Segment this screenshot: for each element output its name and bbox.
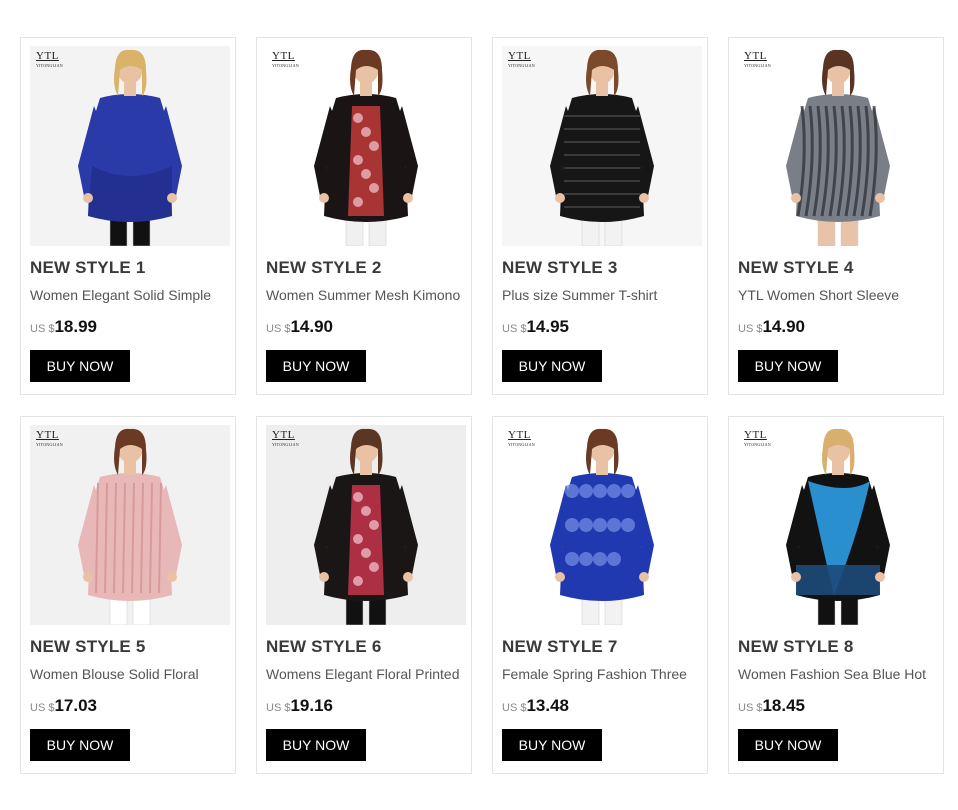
product-title[interactable]: NEW STYLE 2 xyxy=(266,258,382,278)
brand-logo: YTL YITONGLIAN xyxy=(508,50,535,69)
brand-logo-main: YTL xyxy=(508,50,531,62)
price-amount: 14.95 xyxy=(526,317,570,336)
product-description[interactable]: Women Summer Mesh Kimono xyxy=(266,287,468,303)
brand-logo: YTL YITONGLIAN xyxy=(272,429,299,448)
buy-now-button[interactable]: BUY NOW xyxy=(30,350,130,382)
brand-logo-sub: YITONGLIAN xyxy=(744,442,771,447)
price-amount: 13.48 xyxy=(526,696,570,715)
price-amount: 19.16 xyxy=(290,696,334,715)
product-card[interactable]: YTL YITONGLIAN NEW STYLE 2 Women Summer Mes… xyxy=(256,37,472,395)
product-title[interactable]: NEW STYLE 3 xyxy=(502,258,618,278)
product-photo-illustration xyxy=(502,425,702,625)
product-image[interactable]: YTL YITONGLIAN xyxy=(266,425,466,625)
brand-logo: YTL YITONGLIAN xyxy=(508,429,535,448)
product-card[interactable]: YTL YITONGLIAN NEW STYLE 5 Women Blouse Sol… xyxy=(20,416,236,774)
brand-logo: YTL YITONGLIAN xyxy=(36,429,63,448)
product-price: US $18.99 xyxy=(30,317,97,337)
product-image[interactable]: YTL YITONGLIAN xyxy=(738,46,938,246)
price-currency: US $ xyxy=(30,702,55,714)
product-title[interactable]: NEW STYLE 5 xyxy=(30,637,146,657)
price-amount: 17.03 xyxy=(54,696,98,715)
brand-logo-main: YTL xyxy=(36,429,59,441)
price-amount: 18.45 xyxy=(762,696,806,715)
buy-now-button[interactable]: BUY NOW xyxy=(738,350,838,382)
brand-logo: YTL YITONGLIAN xyxy=(744,429,771,448)
product-card[interactable]: YTL YITONGLIAN NEW STYLE 7 Female Spring Fa… xyxy=(492,416,708,774)
brand-logo-main: YTL xyxy=(744,429,767,441)
price-currency: US $ xyxy=(502,323,527,335)
buy-now-button[interactable]: BUY NOW xyxy=(738,729,838,761)
brand-logo: YTL YITONGLIAN xyxy=(744,50,771,69)
product-photo-illustration xyxy=(30,46,230,246)
product-title[interactable]: NEW STYLE 4 xyxy=(738,258,854,278)
product-description[interactable]: Womens Elegant Floral Printed xyxy=(266,666,468,682)
brand-logo-sub: YITONGLIAN xyxy=(36,63,63,68)
product-image[interactable]: YTL YITONGLIAN xyxy=(502,46,702,246)
product-description[interactable]: Plus size Summer T-shirt xyxy=(502,287,704,303)
product-photo-illustration xyxy=(266,46,466,246)
price-currency: US $ xyxy=(266,702,291,714)
product-title[interactable]: NEW STYLE 6 xyxy=(266,637,382,657)
product-image[interactable]: YTL YITONGLIAN xyxy=(30,425,230,625)
product-description[interactable]: YTL Women Short Sleeve xyxy=(738,287,940,303)
product-title[interactable]: NEW STYLE 7 xyxy=(502,637,618,657)
price-amount: 14.90 xyxy=(762,317,806,336)
price-currency: US $ xyxy=(502,702,527,714)
brand-logo-main: YTL xyxy=(272,50,295,62)
brand-logo-sub: YITONGLIAN xyxy=(508,442,535,447)
brand-logo: YTL YITONGLIAN xyxy=(272,50,299,69)
product-description[interactable]: Women Blouse Solid Floral xyxy=(30,666,232,682)
product-title[interactable]: NEW STYLE 1 xyxy=(30,258,146,278)
product-description[interactable]: Women Elegant Solid Simple xyxy=(30,287,232,303)
brand-logo-main: YTL xyxy=(744,50,767,62)
product-price: US $14.90 xyxy=(738,317,805,337)
product-description[interactable]: Women Fashion Sea Blue Hot xyxy=(738,666,940,682)
product-price: US $14.95 xyxy=(502,317,569,337)
product-card[interactable]: YTL YITONGLIAN NEW STYLE 4 YTL Women Short … xyxy=(728,37,944,395)
brand-logo-sub: YITONGLIAN xyxy=(272,63,299,68)
product-photo-illustration xyxy=(266,425,466,625)
buy-now-button[interactable]: BUY NOW xyxy=(266,729,366,761)
brand-logo: YTL YITONGLIAN xyxy=(36,50,63,69)
product-price: US $14.90 xyxy=(266,317,333,337)
product-description[interactable]: Female Spring Fashion Three xyxy=(502,666,704,682)
product-price: US $19.16 xyxy=(266,696,333,716)
product-image[interactable]: YTL YITONGLIAN xyxy=(738,425,938,625)
buy-now-button[interactable]: BUY NOW xyxy=(502,350,602,382)
product-card[interactable]: YTL YITONGLIAN NEW STYLE 1 Women Elegant So… xyxy=(20,37,236,395)
product-image[interactable]: YTL YITONGLIAN xyxy=(266,46,466,246)
product-price: US $13.48 xyxy=(502,696,569,716)
product-photo-illustration xyxy=(30,425,230,625)
product-photo-illustration xyxy=(738,425,938,625)
brand-logo-sub: YITONGLIAN xyxy=(744,63,771,68)
product-image[interactable]: YTL YITONGLIAN xyxy=(502,425,702,625)
product-price: US $18.45 xyxy=(738,696,805,716)
brand-logo-sub: YITONGLIAN xyxy=(508,63,535,68)
brand-logo-main: YTL xyxy=(272,429,295,441)
price-currency: US $ xyxy=(30,323,55,335)
product-photo-illustration xyxy=(738,46,938,246)
price-amount: 18.99 xyxy=(54,317,98,336)
brand-logo-sub: YITONGLIAN xyxy=(36,442,63,447)
product-card[interactable]: YTL YITONGLIAN NEW STYLE 8 Women Fashion Se… xyxy=(728,416,944,774)
buy-now-button[interactable]: BUY NOW xyxy=(30,729,130,761)
price-currency: US $ xyxy=(266,323,291,335)
product-title[interactable]: NEW STYLE 8 xyxy=(738,637,854,657)
brand-logo-sub: YITONGLIAN xyxy=(272,442,299,447)
brand-logo-main: YTL xyxy=(36,50,59,62)
product-image[interactable]: YTL YITONGLIAN xyxy=(30,46,230,246)
buy-now-button[interactable]: BUY NOW xyxy=(502,729,602,761)
product-price: US $17.03 xyxy=(30,696,97,716)
brand-logo-main: YTL xyxy=(508,429,531,441)
product-card[interactable]: YTL YITONGLIAN NEW STYLE 6 Womens Elegant F… xyxy=(256,416,472,774)
price-currency: US $ xyxy=(738,702,763,714)
price-currency: US $ xyxy=(738,323,763,335)
product-photo-illustration xyxy=(502,46,702,246)
buy-now-button[interactable]: BUY NOW xyxy=(266,350,366,382)
product-card[interactable]: YTL YITONGLIAN NEW STYLE 3 Plus size Summer… xyxy=(492,37,708,395)
price-amount: 14.90 xyxy=(290,317,334,336)
